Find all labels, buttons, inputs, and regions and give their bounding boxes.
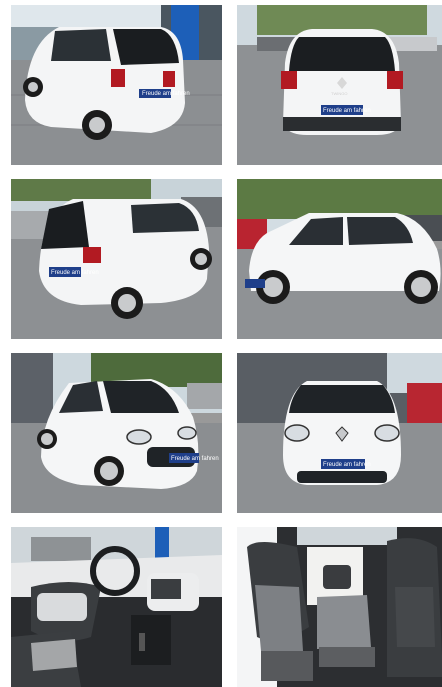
license-plate-text: Freude am fahren xyxy=(323,462,371,468)
gallery-photo-7[interactable] xyxy=(11,527,222,687)
model-badge-text: TWINGO xyxy=(331,91,347,96)
car-rear-seats-image xyxy=(237,527,442,687)
gallery-photo-8[interactable] xyxy=(237,527,442,687)
gallery-photo-3[interactable]: Freude am fahren xyxy=(11,179,222,339)
gallery-photo-6[interactable]: Freude am fahren xyxy=(237,353,442,513)
license-plate-text: Freude am fahren xyxy=(142,91,190,97)
license-plate-text: Freude am fahren xyxy=(323,108,371,114)
car-rear-image: TWINGO Freude am fahren xyxy=(237,5,442,165)
car-side-image xyxy=(237,179,442,339)
license-plate-text: Freude am fahren xyxy=(51,270,99,276)
photo-gallery: Freude am fahren TWINGO Freude am fahren xyxy=(0,0,442,687)
car-front-image: Freude am fahren xyxy=(237,353,442,513)
car-rear-left-image: Freude am fahren xyxy=(11,5,222,165)
car-rear-left-image-2: Freude am fahren xyxy=(11,179,222,339)
gallery-photo-2[interactable]: TWINGO Freude am fahren xyxy=(237,5,442,165)
license-plate-text: Freude am fahren xyxy=(171,456,219,462)
gallery-photo-1[interactable]: Freude am fahren xyxy=(11,5,222,165)
car-dashboard-image xyxy=(11,527,222,687)
gallery-photo-4[interactable] xyxy=(237,179,442,339)
gallery-photo-5[interactable]: Freude am fahren xyxy=(11,353,222,513)
car-front-left-image: Freude am fahren xyxy=(11,353,222,513)
